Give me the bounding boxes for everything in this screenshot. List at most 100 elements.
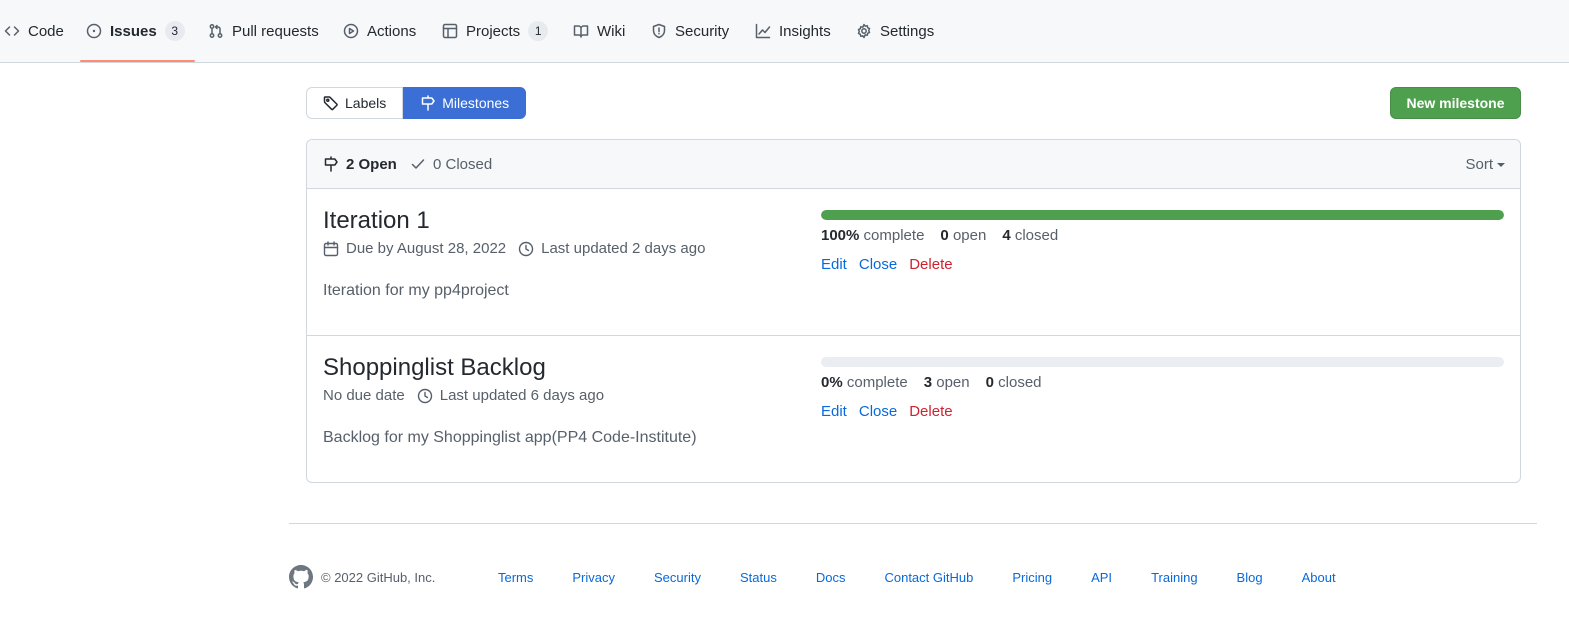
footer-link-terms[interactable]: Terms	[498, 570, 533, 585]
new-milestone-button[interactable]: New milestone	[1390, 87, 1521, 119]
progress-bar	[821, 210, 1504, 220]
footer-link-pricing[interactable]: Pricing	[1012, 570, 1052, 585]
labels-milestones-switch: Labels Milestones	[306, 87, 527, 119]
gear-icon	[856, 23, 872, 39]
percent-value: 100%	[821, 227, 860, 244]
labels-label: Labels	[345, 95, 387, 111]
caret-down-icon	[1497, 163, 1505, 167]
tab-label: Settings	[880, 22, 935, 40]
tab-issues[interactable]: Issues 3	[80, 0, 195, 62]
milestone-updated: Last updated 6 days ago	[417, 387, 604, 404]
open-issues: 3 open	[924, 374, 970, 391]
milestone-actions: Edit Close Delete	[821, 403, 953, 420]
issues-counter: 3	[164, 21, 185, 41]
footer-link-privacy[interactable]: Privacy	[572, 570, 615, 585]
open-count: 3	[923, 374, 933, 391]
copyright-text: © 2022 GitHub, Inc.	[321, 569, 436, 585]
milestone-icon	[323, 156, 339, 172]
table-icon	[442, 23, 458, 39]
open-issues: 0 open	[940, 227, 986, 244]
play-icon	[343, 23, 359, 39]
tab-label: Insights	[779, 22, 831, 40]
sort-label: Sort	[1465, 155, 1493, 173]
milestones-label: Milestones	[442, 95, 510, 111]
tab-label: Code	[28, 22, 64, 40]
footer-link-training[interactable]: Training	[1151, 570, 1197, 585]
calendar-icon	[323, 240, 339, 257]
graph-icon	[755, 23, 771, 39]
closed-count: 0	[985, 374, 994, 391]
closed-label: closed	[998, 374, 1042, 391]
tab-security[interactable]: Security	[651, 0, 729, 62]
milestone-title[interactable]: Iteration 1	[323, 207, 430, 235]
progress-fill	[821, 210, 1504, 220]
footer-link-status[interactable]: Status	[740, 570, 777, 585]
sort-dropdown[interactable]: Sort	[1465, 140, 1505, 188]
edit-link[interactable]: Edit	[821, 403, 847, 420]
footer-link-docs[interactable]: Docs	[816, 570, 846, 585]
closed-issues: 0 closed	[986, 374, 1042, 391]
clock-icon	[417, 388, 433, 404]
tab-label: Actions	[367, 22, 417, 40]
open-milestones-filter[interactable]: 2 Open	[323, 140, 397, 188]
git-pull-request-icon	[208, 23, 224, 39]
tab-settings[interactable]: Settings	[856, 0, 934, 62]
percent-complete: 0% complete	[821, 374, 908, 391]
milestones-list: 2 Open 0 Closed Sort Iteration 1 Due by …	[306, 139, 1521, 483]
check-icon	[410, 156, 426, 172]
tab-pull-requests[interactable]: Pull requests	[208, 0, 319, 62]
due-date-text: Due by August 28, 2022	[346, 240, 507, 257]
tab-label: Security	[675, 22, 730, 40]
milestones-button[interactable]: Milestones	[403, 87, 527, 119]
closed-count: 4	[1002, 227, 1011, 244]
footer-link-blog[interactable]: Blog	[1237, 570, 1263, 585]
complete-label: complete	[846, 374, 908, 391]
tab-label: Pull requests	[232, 22, 319, 40]
complete-label: complete	[863, 227, 925, 244]
clock-icon	[518, 241, 534, 257]
open-count: 0	[940, 227, 949, 244]
tab-wiki[interactable]: Wiki	[573, 0, 625, 62]
milestone-icon	[420, 95, 436, 111]
footer-links: Terms Privacy Security Status Docs Conta…	[498, 564, 1336, 590]
tab-label: Projects	[466, 22, 521, 40]
delete-link[interactable]: Delete	[909, 256, 952, 273]
tab-projects[interactable]: Projects 1	[442, 0, 549, 62]
github-logo-icon[interactable]	[289, 565, 313, 589]
percent-complete: 100% complete	[821, 227, 924, 244]
open-label: open	[952, 227, 987, 244]
labels-button[interactable]: Labels	[306, 87, 404, 119]
milestone-meta: No due date Last updated 6 days ago	[323, 387, 608, 404]
closed-issues: 4 closed	[1002, 227, 1058, 244]
milestone-title[interactable]: Shoppinglist Backlog	[323, 354, 546, 382]
updated-text: Last updated 2 days ago	[541, 240, 706, 257]
delete-link[interactable]: Delete	[909, 403, 952, 420]
issue-opened-icon	[86, 23, 102, 39]
milestone-stats: 0% complete 3 open 0 closed	[821, 374, 1042, 391]
shield-icon	[651, 23, 667, 39]
milestone-description: Backlog for my Shoppinglist app(PP4 Code…	[323, 429, 697, 446]
footer-link-about[interactable]: About	[1302, 570, 1336, 585]
tag-icon	[323, 95, 339, 111]
footer: © 2022 GitHub, Inc. Terms Privacy Securi…	[289, 564, 1336, 590]
milestone-due: Due by August 28, 2022	[323, 240, 506, 257]
milestone-row: Shoppinglist Backlog No due date Last up…	[307, 336, 1520, 482]
close-link[interactable]: Close	[859, 403, 897, 420]
milestones-list-header: 2 Open 0 Closed Sort	[307, 140, 1520, 189]
code-icon	[4, 23, 20, 39]
milestone-description: Iteration for my pp4project	[323, 282, 509, 299]
milestone-meta: Due by August 28, 2022 Last updated 2 da…	[323, 240, 709, 257]
tab-code[interactable]: Code	[4, 0, 64, 62]
closed-milestones-filter[interactable]: 0 Closed	[410, 140, 492, 188]
footer-link-security[interactable]: Security	[654, 570, 701, 585]
footer-link-api[interactable]: API	[1091, 570, 1112, 585]
tab-insights[interactable]: Insights	[755, 0, 831, 62]
tab-actions[interactable]: Actions	[343, 0, 416, 62]
projects-counter: 1	[528, 21, 549, 41]
milestone-stats: 100% complete 0 open 4 closed	[821, 227, 1058, 244]
close-link[interactable]: Close	[859, 256, 897, 273]
book-icon	[573, 23, 589, 39]
edit-link[interactable]: Edit	[821, 256, 847, 273]
tab-label: Wiki	[597, 22, 626, 40]
footer-link-contact-github[interactable]: Contact GitHub	[884, 570, 973, 585]
